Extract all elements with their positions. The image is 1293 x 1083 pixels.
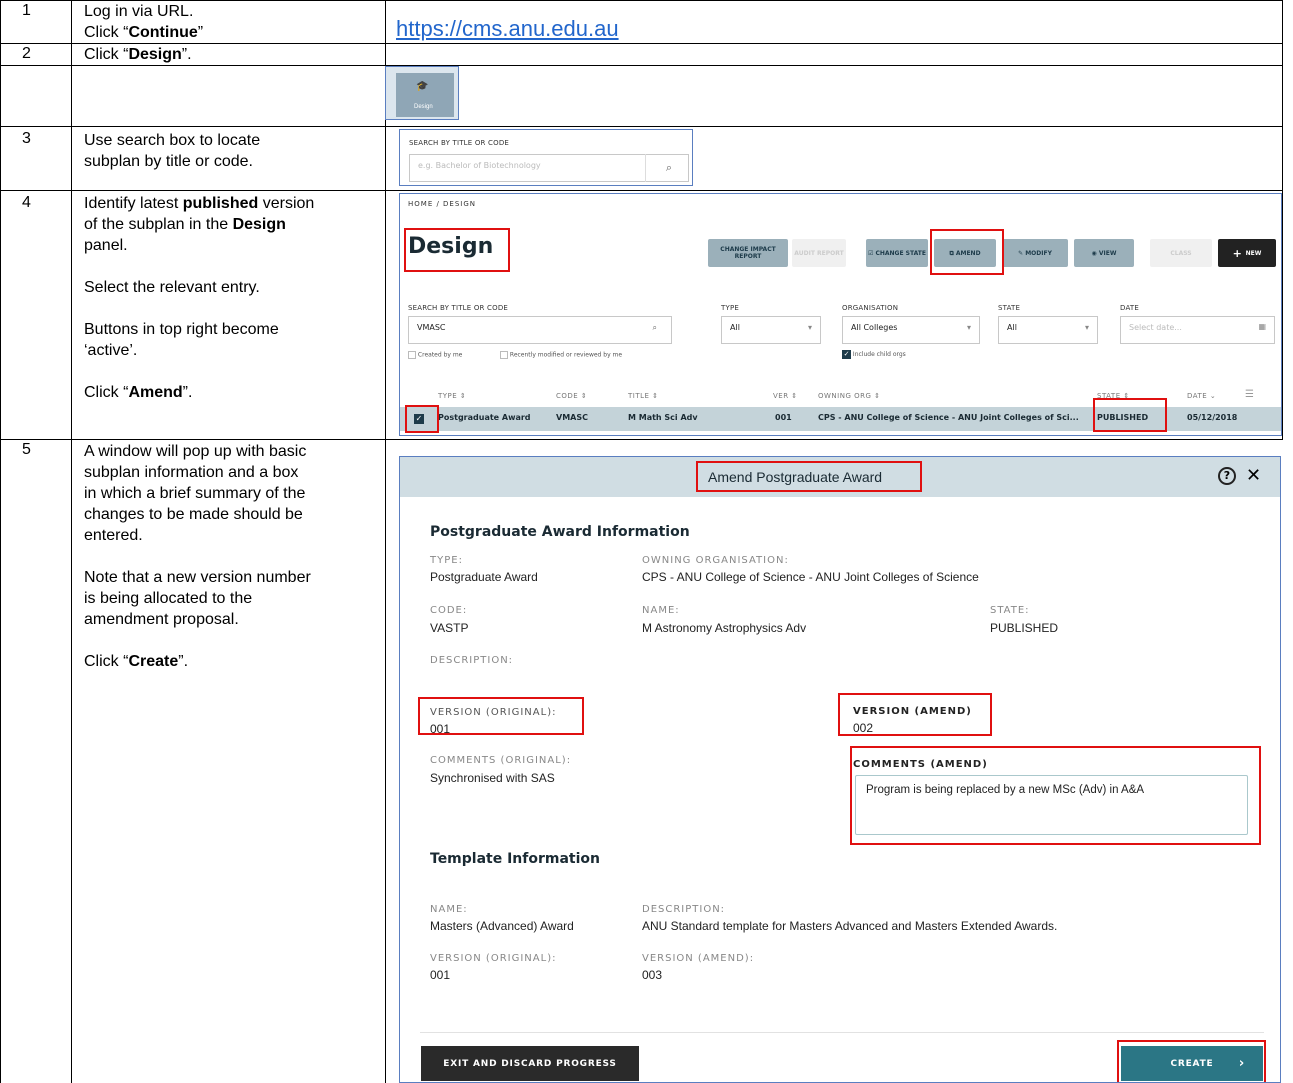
field-label: VERSION (AMEND): (642, 953, 755, 964)
design-tile-label: Design (414, 104, 433, 110)
amend-modal-screenshot: Amend Postgraduate Award ? ✕ Postgraduat… (399, 456, 1281, 1083)
field-label: TYPE: (430, 555, 463, 566)
step-number: 3 (22, 130, 31, 147)
chevron-down-icon: ▾ (807, 323, 812, 332)
cms-url-link[interactable]: https://cms.anu.edu.au (396, 16, 619, 42)
highlight-version-original (418, 697, 584, 735)
field-value: CPS - ANU College of Science - ANU Joint… (642, 570, 979, 584)
type-label: TYPE (721, 304, 739, 312)
help-icon[interactable]: ? (1218, 467, 1236, 485)
change-impact-report-button[interactable]: CHANGE IMPACT REPORT (708, 239, 788, 267)
column-header-code[interactable]: CODE ⇕ (556, 392, 587, 400)
field-label: NAME: (642, 605, 680, 616)
highlight-amend (930, 229, 1004, 275)
column-header-date[interactable]: DATE ⌄ (1187, 392, 1216, 400)
search-icon[interactable]: ⌕ (666, 161, 672, 175)
date-input[interactable]: Select date... ▦ (1120, 316, 1275, 344)
highlight-title (404, 228, 510, 272)
date-label: DATE (1120, 304, 1140, 312)
column-header-owning-org[interactable]: OWNING ORG ⇕ (818, 392, 881, 400)
step-number: 5 (22, 441, 31, 458)
highlight-state (1093, 398, 1167, 432)
change-state-button[interactable]: ☑ CHANGE STATE (866, 239, 928, 267)
instruction-table: 1 Log in via URL. Click “Continue” https… (0, 0, 1293, 1083)
highlight-version-amend (838, 693, 992, 736)
audit-report-button[interactable]: AUDIT REPORT (792, 239, 846, 267)
search-icon[interactable]: ⌕ (653, 323, 657, 333)
search-input[interactable]: VMASC ⌕ (408, 316, 672, 344)
organisation-label: ORGANISATION (842, 304, 899, 312)
highlight-comments-amend (850, 746, 1261, 845)
field-value: VASTP (430, 621, 469, 635)
step-instruction: Identify latest published version of the… (84, 195, 315, 401)
section-heading: Template Information (430, 851, 601, 867)
modify-button[interactable]: ✎ MODIFY (1002, 239, 1068, 267)
check-icon: ☑ (868, 249, 876, 257)
state-select[interactable]: All ▾ (998, 316, 1098, 344)
state-label: STATE (998, 304, 1021, 312)
include-child-orgs-checkbox[interactable]: ✓ Include child orgs (842, 350, 906, 359)
step-number: 4 (22, 194, 31, 211)
field-label: DESCRIPTION: (642, 904, 726, 915)
field-label: STATE: (990, 605, 1030, 616)
field-label: OWNING ORGANISATION: (642, 555, 789, 566)
breadcrumb: HOME / DESIGN (408, 200, 477, 208)
field-value: PUBLISHED (990, 621, 1059, 635)
field-label: COMMENTS (ORIGINAL): (430, 755, 572, 766)
step-instruction: Use search box to locate subplan by titl… (84, 132, 261, 170)
field-label: NAME: (430, 904, 468, 915)
field-label: VERSION (ORIGINAL): (430, 953, 557, 964)
field-value: Postgraduate Award (430, 570, 538, 584)
column-header-title[interactable]: TITLE ⇕ (628, 392, 659, 400)
search-label: SEARCH BY TITLE OR CODE (409, 139, 510, 147)
search-screenshot: SEARCH BY TITLE OR CODE e.g. Bachelor of… (399, 129, 693, 186)
chevron-down-icon: ▾ (966, 323, 971, 332)
class-button[interactable]: CLASS (1150, 239, 1212, 267)
highlight-modal-title (696, 461, 922, 492)
view-button[interactable]: ◉ VIEW (1074, 239, 1134, 267)
close-icon[interactable]: ✕ (1246, 465, 1261, 486)
recently-modified-checkbox[interactable]: Recently modified or reviewed by me (500, 351, 622, 359)
menu-icon[interactable]: ☰ (1245, 389, 1254, 400)
column-header-type[interactable]: TYPE ⇕ (438, 392, 466, 400)
field-value: Masters (Advanced) Award (430, 919, 574, 933)
graduation-cap-icon: 🎓 (416, 81, 429, 92)
highlight-create (1117, 1040, 1266, 1082)
chevron-down-icon: ▾ (1084, 323, 1089, 332)
eye-icon: ◉ (1091, 249, 1099, 257)
step-number: 2 (22, 45, 31, 62)
design-tile-button[interactable]: 🎓 Design (385, 66, 459, 120)
edit-icon: ✎ (1018, 249, 1026, 257)
organisation-select[interactable]: All Colleges ▾ (842, 316, 980, 344)
field-value: 003 (642, 968, 663, 982)
highlight-checkbox (405, 405, 439, 433)
search-label: SEARCH BY TITLE OR CODE (408, 304, 509, 312)
step-instruction: Click “Design”. (84, 46, 192, 63)
type-select[interactable]: All ▾ (721, 316, 821, 344)
calendar-icon[interactable]: ▦ (1258, 322, 1266, 331)
field-value: Synchronised with SAS (430, 771, 555, 785)
design-panel-screenshot: HOME / DESIGN Design CHANGE IMPACT REPOR… (399, 193, 1282, 436)
exit-and-discard-button[interactable]: EXIT AND DISCARD PROGRESS (421, 1046, 639, 1081)
step-instruction: A window will pop up with basic subplan … (84, 443, 311, 670)
field-value: 001 (430, 968, 451, 982)
step-number: 1 (22, 2, 31, 19)
search-input[interactable]: e.g. Bachelor of Biotechnology ⌕ (409, 154, 689, 182)
field-label: DESCRIPTION: (430, 655, 514, 666)
plus-icon: + (1232, 246, 1246, 260)
column-header-ver[interactable]: VER ⇕ (773, 392, 798, 400)
field-label: CODE: (430, 605, 468, 616)
field-value: M Astronomy Astrophysics Adv (642, 621, 807, 635)
field-value: ANU Standard template for Masters Advanc… (642, 919, 1058, 933)
new-button[interactable]: + NEW (1218, 239, 1276, 267)
section-heading: Postgraduate Award Information (430, 524, 690, 540)
created-by-me-checkbox[interactable]: Created by me (408, 351, 462, 359)
step-instruction: Log in via URL. Click “Continue” (84, 3, 204, 41)
